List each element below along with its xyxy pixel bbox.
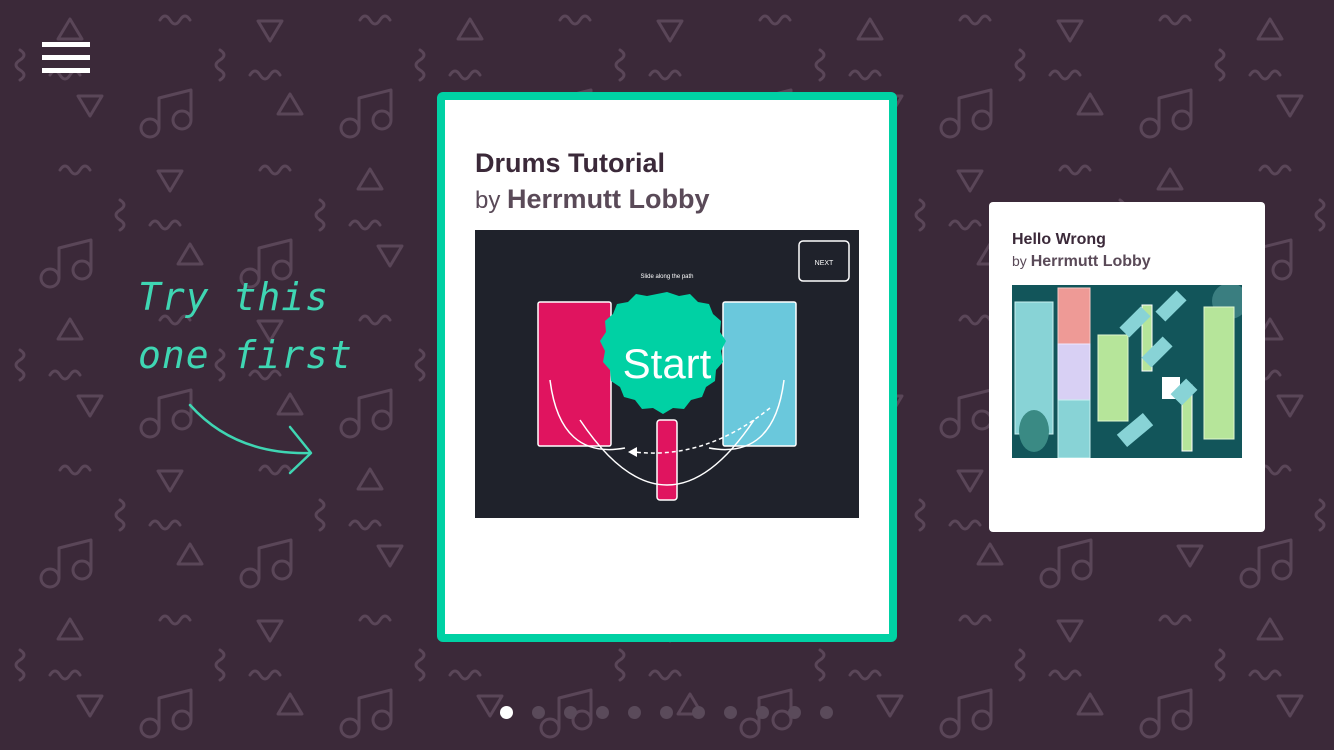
start-label: Start <box>623 340 712 387</box>
featured-experiment-card[interactable]: Drums Tutorial by Herrmutt Lobby NEXT Sl… <box>437 92 897 642</box>
pagination-dot[interactable] <box>628 706 641 719</box>
card-author: Herrmutt Lobby <box>507 184 710 214</box>
pagination-dot[interactable] <box>820 706 833 719</box>
hint-text: Try this one first <box>138 268 353 384</box>
pagination-dot[interactable] <box>788 706 801 719</box>
card-title: Hello Wrong <box>1012 231 1106 248</box>
card-byline: by Herrmutt Lobby <box>1012 253 1151 271</box>
hint-line-1: Try this <box>138 275 330 319</box>
drum-stick <box>656 419 678 501</box>
pagination-dot[interactable] <box>692 706 705 719</box>
hint-line-2: one first <box>138 333 353 377</box>
pagination-dot[interactable] <box>564 706 577 719</box>
hamburger-icon-bar <box>42 68 90 73</box>
thumbnail-instruction: Slide along the path <box>640 274 693 280</box>
pagination-dot[interactable] <box>596 706 609 719</box>
pagination-dot[interactable] <box>660 706 673 719</box>
card-author: Herrmutt Lobby <box>1030 253 1151 270</box>
thumbnail-next-label: NEXT <box>815 260 834 267</box>
menu-button[interactable] <box>42 42 90 74</box>
pagination-dot[interactable] <box>532 706 545 719</box>
hamburger-icon-bar <box>42 55 90 60</box>
pagination-dot[interactable] <box>756 706 769 719</box>
curved-arrow-right-icon <box>188 403 313 475</box>
next-experiment-card[interactable]: Hello Wrong by Herrmutt Lobby <box>989 202 1265 532</box>
hamburger-icon-bar <box>42 42 90 47</box>
drum-pad-right <box>722 301 797 447</box>
pagination-dot[interactable] <box>724 706 737 719</box>
card-title: Drums Tutorial <box>475 148 666 178</box>
by-label: by <box>1012 253 1027 269</box>
drum-pad-left <box>537 301 612 447</box>
card-byline: by Herrmutt Lobby <box>475 184 710 215</box>
pagination-dots <box>500 706 852 720</box>
pagination-dot[interactable] <box>500 706 513 719</box>
card-thumbnail[interactable]: NEXT Slide along the path Start <box>475 230 859 518</box>
by-label: by <box>475 187 501 214</box>
card-thumbnail[interactable] <box>1012 285 1242 458</box>
